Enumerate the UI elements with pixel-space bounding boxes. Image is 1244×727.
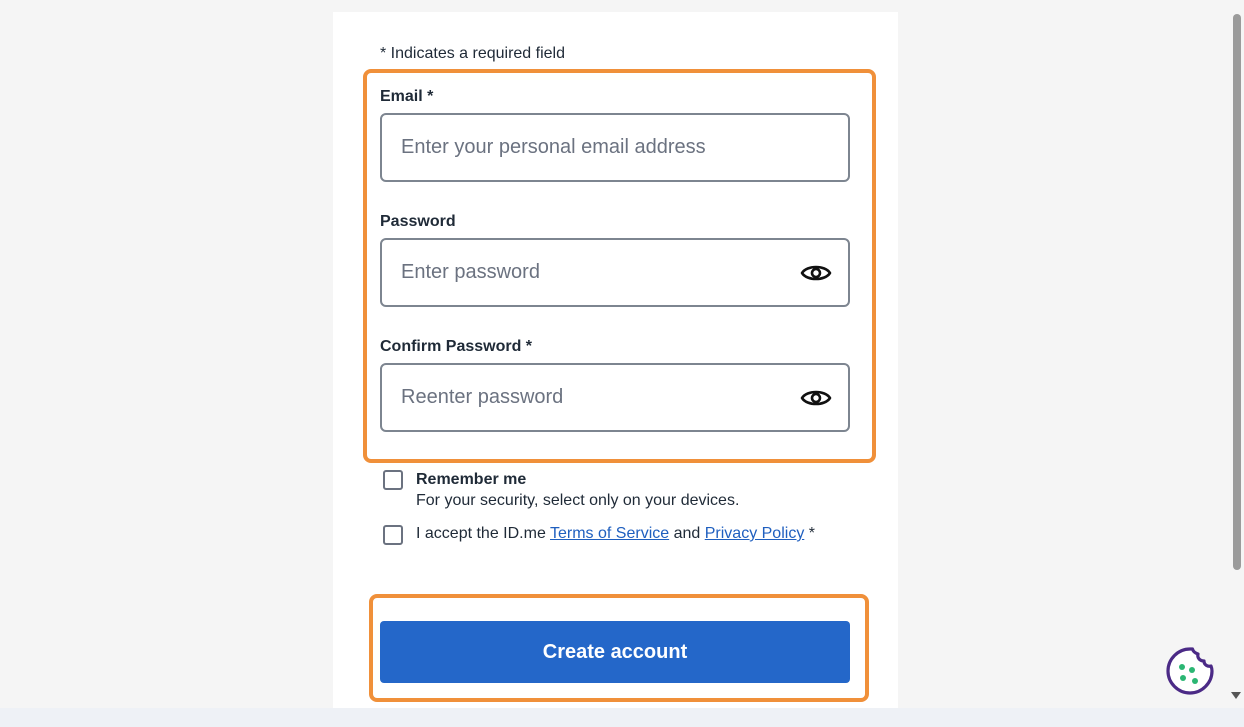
remember-me-text: Remember me For your security, select on… bbox=[416, 469, 739, 511]
confirm-password-label: Confirm Password * bbox=[380, 338, 533, 355]
terms-of-service-link[interactable]: Terms of Service bbox=[550, 525, 669, 542]
terms-required-mark: * bbox=[804, 525, 815, 542]
terms-checkbox[interactable] bbox=[383, 525, 403, 545]
terms-middle: and bbox=[669, 525, 705, 542]
confirm-password-field[interactable] bbox=[380, 363, 850, 432]
password-field[interactable] bbox=[380, 238, 850, 307]
remember-me-checkbox[interactable] bbox=[383, 470, 403, 490]
privacy-policy-link[interactable]: Privacy Policy bbox=[705, 525, 805, 542]
email-label: Email * bbox=[380, 88, 434, 105]
remember-me-label: Remember me bbox=[416, 471, 527, 488]
page-footer-strip bbox=[0, 708, 1244, 727]
email-field[interactable] bbox=[380, 113, 850, 182]
terms-prefix: I accept the ID.me bbox=[416, 525, 550, 542]
remember-me-description: For your security, select only on your d… bbox=[416, 492, 740, 509]
cookie-icon[interactable] bbox=[1164, 645, 1216, 697]
create-account-button[interactable]: Create account bbox=[380, 621, 850, 683]
scroll-down-arrow[interactable] bbox=[1231, 692, 1241, 699]
required-field-note: * Indicates a required field bbox=[380, 45, 565, 62]
terms-text: I accept the ID.me Terms of Service and … bbox=[416, 523, 816, 544]
password-label: Password bbox=[380, 213, 456, 230]
eye-icon[interactable] bbox=[800, 262, 832, 284]
eye-icon[interactable] bbox=[800, 387, 832, 409]
scrollbar-thumb[interactable] bbox=[1233, 14, 1241, 570]
